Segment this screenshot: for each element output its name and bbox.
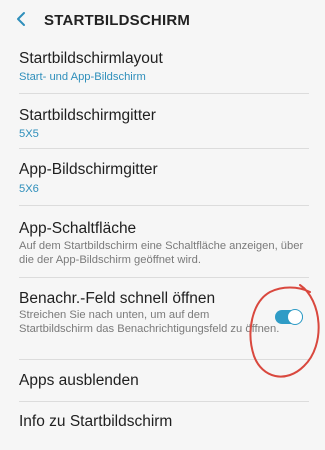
setting-info-zu-startbildschirm[interactable]: Info zu Startbildschirm: [0, 402, 325, 442]
setting-value: Start- und App-Bildschirm: [19, 71, 146, 83]
setting-value: 5X5: [19, 128, 39, 140]
setting-title: Startbildschirmlayout: [19, 50, 163, 67]
setting-startbildschirmlayout[interactable]: Startbildschirmlayout Start- und App-Bil…: [0, 40, 325, 92]
app-bar: STARTBILDSCHIRM: [0, 0, 325, 40]
notification-panel-toggle[interactable]: [275, 308, 303, 326]
back-button[interactable]: [10, 8, 32, 30]
setting-apps-ausblenden[interactable]: Apps ausblenden: [0, 360, 325, 400]
setting-startbildschirmgitter[interactable]: Startbildschirmgitter 5X5: [0, 94, 325, 148]
toggle-knob: [287, 309, 303, 325]
setting-title: Info zu Startbildschirm: [19, 413, 173, 430]
setting-value: 5X6: [19, 183, 39, 195]
setting-app-bildschirmgitter[interactable]: App-Bildschirmgitter 5X6: [0, 149, 325, 205]
setting-title: Apps ausblenden: [19, 372, 139, 389]
setting-description: Auf dem Startbildschirm eine Schaltfläch…: [19, 240, 304, 266]
chevron-left-icon: [17, 12, 25, 26]
setting-description: Streichen Sie nach unten, um auf dem Sta…: [19, 309, 280, 335]
page-title: STARTBILDSCHIRM: [44, 12, 191, 29]
setting-app-schaltflaeche[interactable]: App-Schaltfläche Auf dem Startbildschirm…: [0, 206, 325, 276]
setting-title: Benachr.-Feld schnell öffnen: [19, 290, 216, 307]
setting-title: App-Schaltfläche: [19, 220, 137, 237]
setting-title: App-Bildschirmgitter: [19, 161, 158, 178]
setting-title: Startbildschirmgitter: [19, 107, 156, 124]
